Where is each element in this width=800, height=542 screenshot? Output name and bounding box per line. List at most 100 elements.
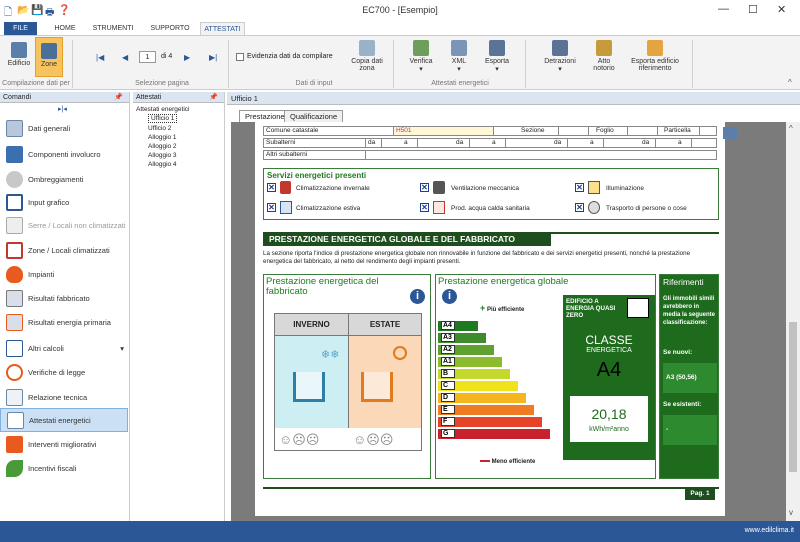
foglio-field[interactable]	[628, 127, 658, 135]
svc-ventilazione: Ventilazione meccanica	[451, 185, 519, 192]
cmd-altri-calcoli[interactable]: Altri calcoli ▾	[0, 336, 128, 360]
cmd-label: Altri calcoli	[28, 343, 64, 353]
verifica-button[interactable]: Verifica ▾	[403, 40, 439, 73]
scroll-down-icon[interactable]: v	[789, 508, 793, 517]
info-icon[interactable]: i	[442, 289, 457, 304]
class-bar-a4: A4	[438, 321, 478, 331]
zone-button[interactable]: Zone	[35, 37, 63, 77]
maximize-icon[interactable]: ☐	[748, 3, 758, 16]
comune-label: Comune catastale	[264, 127, 394, 135]
greenhouse-icon	[6, 216, 23, 234]
scroll-thumb[interactable]	[789, 322, 797, 472]
tab-qualificazione[interactable]: Qualificazione	[284, 110, 344, 122]
chk-ventilazione[interactable]: ✕	[420, 183, 429, 192]
chk-acqua-calda[interactable]: ✕	[420, 203, 429, 212]
sezione-label: Sezione	[519, 127, 559, 135]
cmd-input-grafico[interactable]: Input grafico	[0, 190, 128, 214]
next-page-icon[interactable]: ▶	[184, 53, 190, 62]
meno-efficiente-label: Meno efficiente	[480, 459, 535, 465]
a-label: a	[490, 139, 506, 147]
info-icon[interactable]: i	[410, 289, 425, 304]
da-label: da	[552, 139, 568, 147]
comune-field[interactable]: H501	[394, 127, 494, 135]
classe-label: CLASSE	[585, 333, 633, 347]
esporta-button[interactable]: Esporta ▾	[479, 40, 515, 73]
tab-supporto[interactable]: SUPPORTO	[147, 22, 193, 35]
cmd-componenti-involucro[interactable]: Componenti involucro	[0, 142, 128, 166]
tree-item-alloggio-3[interactable]: Alloggio 3	[148, 152, 177, 159]
close-icon[interactable]: ✕	[777, 3, 786, 16]
tree-root[interactable]: Attestati energetici	[136, 106, 189, 113]
tree-item-alloggio-2[interactable]: Alloggio 2	[148, 143, 177, 150]
calculations-icon	[6, 339, 23, 357]
pin-icon[interactable]: 📌	[209, 92, 218, 103]
cmd-incentivi[interactable]: Incentivi fiscali	[0, 456, 128, 480]
cmd-verifiche[interactable]: Verifiche di legge	[0, 360, 128, 384]
cmd-dati-generali[interactable]: Dati generali	[0, 116, 128, 140]
page-number: Pag. 1	[685, 488, 715, 500]
vertical-scrollbar[interactable]: ^ v	[786, 122, 800, 521]
xml-button[interactable]: XML ▾	[443, 40, 475, 73]
chk-illuminazione[interactable]: ✕	[575, 183, 584, 192]
tab-file[interactable]: FILE	[4, 22, 37, 35]
class-bar-g: G	[438, 429, 550, 439]
cmd-risultati-energia[interactable]: Risultati energia primaria	[0, 310, 128, 334]
chk-clima-invernale[interactable]: ✕	[267, 183, 276, 192]
group-label-selezione: Selezione pagina	[135, 80, 189, 87]
indice-box: 20,18 kWh/m²anno	[569, 395, 649, 443]
atto-notorio-button[interactable]: Atto notorio	[588, 40, 620, 72]
notorio-label: notorio	[593, 65, 615, 72]
svc-clima-estiva: Climatizzazione estiva	[296, 205, 361, 212]
cmd-relazione-tecnica[interactable]: Relazione tecnica	[0, 385, 128, 409]
nuovi-value: A3 (50,56)	[663, 363, 717, 393]
nzeb-checkbox[interactable]	[627, 298, 649, 318]
document-title: Ufficio 1	[227, 92, 800, 105]
summer-house-icon	[361, 372, 393, 402]
tree-item-ufficio-2[interactable]: Ufficio 2	[148, 125, 171, 132]
chevron-down-icon[interactable]: ▾	[120, 344, 124, 353]
page-number-input[interactable]: 1	[139, 51, 156, 63]
last-page-icon[interactable]: ▶|	[209, 53, 217, 62]
summer-panel	[349, 336, 421, 428]
tree-item-alloggio-1[interactable]: Alloggio 1	[148, 134, 177, 141]
ribbon-separator	[393, 40, 394, 88]
pin-icon[interactable]: 📌	[114, 92, 123, 103]
sezione-field[interactable]	[559, 127, 589, 135]
tab-home[interactable]: HOME	[51, 22, 79, 35]
tree-item-ufficio-1[interactable]: Ufficio 1	[148, 114, 178, 123]
evidenzia-checkbox[interactable]	[236, 53, 244, 61]
cmd-zone-locali[interactable]: Zone / Locali climatizzati	[0, 238, 128, 262]
edit-table-icon[interactable]	[723, 127, 737, 139]
esporta-edificio-button[interactable]: Esporta edificio riferimento	[625, 40, 685, 72]
subalterni-row: Subalterni da a da a da a da a	[263, 138, 717, 148]
class-label: A3	[441, 333, 455, 342]
cmd-interventi[interactable]: Interventi migliorativi	[0, 432, 128, 456]
zones-icon	[6, 241, 23, 259]
ribbon-separator	[525, 40, 526, 88]
subalterni-label: Subalterni	[264, 139, 366, 147]
tab-attestati[interactable]: ATTESTATI	[200, 22, 245, 35]
prev-page-icon[interactable]: ◀	[122, 53, 128, 62]
class-label: F	[441, 417, 455, 426]
cmd-ombreggiamenti[interactable]: Ombreggiamenti	[0, 167, 128, 191]
comune-row: Comune catastale H501 Sezione Foglio Par…	[263, 126, 717, 136]
tab-prestazione[interactable]: Prestazione	[239, 110, 291, 122]
results-energy-icon	[6, 313, 23, 331]
chk-clima-estiva[interactable]: ✕	[267, 203, 276, 212]
tab-strumenti[interactable]: STRUMENTI	[90, 22, 136, 35]
copia-dati-zona-button[interactable]: Copia dati zona	[347, 40, 387, 72]
altri-subalterni-row: Altri subalterni	[263, 150, 717, 160]
collapse-panel-icon[interactable]: ▸|◂	[58, 105, 67, 113]
cmd-impianti[interactable]: Impianti	[0, 262, 128, 286]
cmd-risultati-fabbricato[interactable]: Risultati fabbricato	[0, 286, 128, 310]
cmd-attestati-energetici[interactable]: Attestati energetici	[0, 408, 128, 432]
minimize-icon[interactable]: —	[718, 3, 729, 15]
scroll-up-icon[interactable]: ^	[789, 124, 793, 133]
cmd-serre[interactable]: Serre / Locali non climatizzati	[0, 213, 128, 237]
first-page-icon[interactable]: |◀	[96, 53, 104, 62]
edificio-button[interactable]: Edificio	[4, 42, 34, 67]
chk-trasporto[interactable]: ✕	[575, 203, 584, 212]
tree-item-alloggio-4[interactable]: Alloggio 4	[148, 161, 177, 168]
collapse-ribbon-icon[interactable]: ^	[788, 78, 792, 87]
detrazioni-button[interactable]: Detrazioni ▾	[538, 40, 582, 73]
